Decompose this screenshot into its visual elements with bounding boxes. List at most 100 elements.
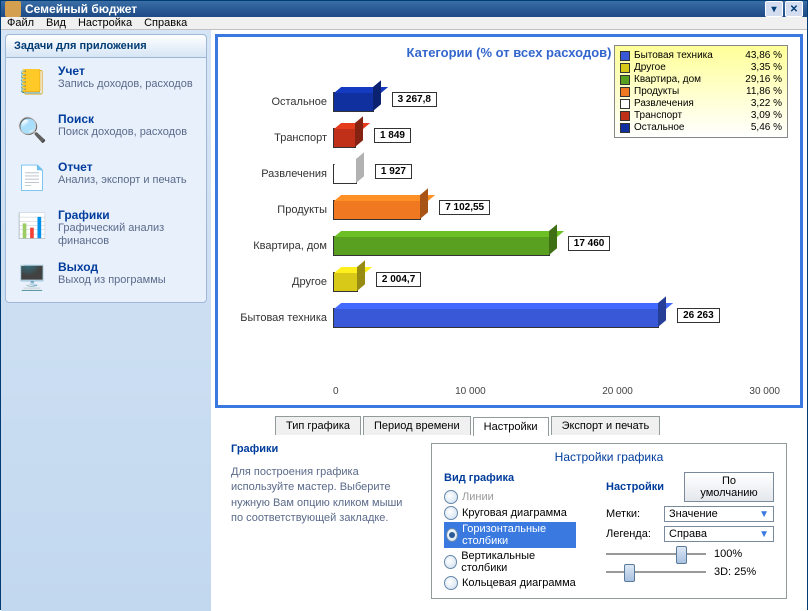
bar: [333, 200, 421, 220]
bar-row: Другое 2 004,7: [238, 267, 780, 297]
legend-row: Другое3,35 %: [620, 62, 782, 73]
titlebar: Семейный бюджет ▾ ✕: [1, 1, 807, 17]
bar-category-label: Остальное: [238, 96, 333, 108]
radio-label: Вертикальные столбики: [461, 550, 576, 574]
legend-swatch: [620, 51, 630, 61]
menu-help[interactable]: Справка: [144, 17, 187, 29]
bar-value-label: 26 263: [677, 308, 720, 323]
bar-value-label: 1 849: [374, 128, 411, 143]
radio-icon: [444, 506, 458, 520]
bar-row: Транспорт1 849: [238, 123, 780, 153]
radio-chart-type: Линии: [444, 490, 576, 504]
bar: [333, 128, 356, 148]
sidebar-item-label: Графики: [58, 208, 198, 222]
x-tick: 0: [333, 386, 339, 397]
sidebar-item-desc: Выход из программы: [58, 274, 166, 287]
chevron-down-icon: ▼: [759, 529, 769, 540]
sidebar-item-uchet[interactable]: 📒 УчетЗапись доходов, расходов: [6, 58, 206, 106]
sidebar-item-search[interactable]: 🔍 ПоискПоиск доходов, расходов: [6, 106, 206, 154]
tab-3[interactable]: Экспорт и печать: [551, 416, 661, 435]
bar-row: Остальное 3 267,8: [238, 87, 780, 117]
radio-label: Линии: [462, 491, 494, 503]
sidebar-item-charts[interactable]: 📊 ГрафикиГрафический анализ финансов: [6, 202, 206, 254]
bar-row: Развлечения1 927: [238, 159, 780, 189]
legend-row: Бытовая техника43,86 %: [620, 50, 782, 61]
help-panel: Графики Для построения графика используй…: [231, 443, 411, 599]
app-icon: [5, 1, 21, 17]
tab-1[interactable]: Период времени: [363, 416, 471, 435]
radio-chart-type[interactable]: Горизонтальные столбики: [444, 522, 576, 548]
sidebar-item-desc: Анализ, экспорт и печать: [58, 174, 187, 187]
x-tick: 10 000: [455, 386, 486, 397]
ledger-icon: 📒: [14, 64, 50, 100]
exit-icon: 🖥️: [14, 260, 50, 296]
slider-thumb[interactable]: [676, 546, 687, 564]
slider-thumb[interactable]: [624, 564, 635, 582]
sidebar-item-desc: Запись доходов, расходов: [58, 78, 193, 91]
chart-panel: Категории (% от всех расходов) Бытовая т…: [215, 34, 803, 408]
close-button[interactable]: ✕: [785, 1, 803, 17]
x-axis: 0 10 000 20 000 30 000: [333, 386, 780, 397]
help-title: Графики: [231, 443, 411, 455]
sidebar-item-label: Учет: [58, 64, 193, 78]
app-window: Семейный бюджет ▾ ✕ Файл Вид Настройка С…: [0, 0, 808, 610]
bar-value-label: 17 460: [568, 236, 611, 251]
bar: [333, 92, 374, 112]
default-button[interactable]: По умолчанию: [684, 472, 774, 502]
menu-settings[interactable]: Настройка: [78, 17, 132, 29]
bar-row: Продукты7 102,55: [238, 195, 780, 225]
radio-icon: [444, 555, 457, 569]
minimize-button[interactable]: ▾: [765, 1, 783, 17]
menu-view[interactable]: Вид: [46, 17, 66, 29]
bar: [333, 164, 357, 184]
radio-icon: [446, 528, 458, 542]
x-tick: 30 000: [749, 386, 780, 397]
help-text: Для построения графика используйте масте…: [231, 465, 411, 527]
zoom-slider[interactable]: [606, 553, 706, 555]
chevron-down-icon: ▼: [759, 509, 769, 520]
radio-chart-type[interactable]: Вертикальные столбики: [444, 550, 576, 574]
sidebar-item-report[interactable]: 📄 ОтчетАнализ, экспорт и печать: [6, 154, 206, 202]
sidebar: Задачи для приложения 📒 УчетЗапись доход…: [1, 30, 211, 611]
legend-swatch: [620, 63, 630, 73]
bar-category-label: Другое: [238, 276, 333, 288]
sidebar-header: Задачи для приложения: [6, 35, 206, 58]
bar-value-label: 3 267,8: [392, 92, 437, 107]
bar-row: Квартира, дом 17 460: [238, 231, 780, 261]
labels-select-value: Значение: [669, 508, 718, 520]
bar: [333, 308, 659, 328]
bar-category-label: Квартира, дом: [238, 240, 333, 252]
chart-icon: 📊: [14, 208, 50, 244]
tab-2[interactable]: Настройки: [473, 417, 549, 436]
tab-0[interactable]: Тип графика: [275, 416, 361, 435]
bar: [333, 272, 358, 292]
legend-value: 3,35 %: [736, 62, 782, 73]
menubar: Файл Вид Настройка Справка: [1, 17, 807, 30]
bar-value-label: 2 004,7: [376, 272, 421, 287]
3d-slider[interactable]: [606, 571, 706, 573]
sidebar-item-exit[interactable]: 🖥️ ВыходВыход из программы: [6, 254, 206, 302]
settings-panel: Настройки графика Вид графика ЛинииКруго…: [431, 443, 787, 599]
x-tick: 20 000: [602, 386, 633, 397]
sidebar-item-label: Поиск: [58, 112, 187, 126]
zoom-value: 100%: [714, 548, 742, 560]
menu-file[interactable]: Файл: [7, 17, 34, 29]
bar-category-label: Бытовая техника: [238, 312, 333, 324]
sidebar-item-desc: Графический анализ финансов: [58, 222, 198, 248]
radio-icon: [444, 576, 458, 590]
search-icon: 🔍: [14, 112, 50, 148]
labels-select[interactable]: Значение ▼: [664, 506, 774, 522]
tabs: Тип графикаПериод времениНастройкиЭкспор…: [275, 416, 803, 435]
radio-label: Кольцевая диаграмма: [462, 577, 576, 589]
radio-chart-type[interactable]: Круговая диаграмма: [444, 506, 576, 520]
labels-field-label: Метки:: [606, 508, 658, 520]
chart-area: Остальное 3 267,8 Транспорт1 849 Развлечени…: [238, 77, 780, 375]
legend-select[interactable]: Справа ▼: [664, 526, 774, 542]
sidebar-item-desc: Поиск доходов, расходов: [58, 126, 187, 139]
bar-row: Бытовая техника 26 263: [238, 303, 780, 333]
sidebar-item-label: Выход: [58, 260, 166, 274]
settings-panel-title: Настройки графика: [444, 450, 774, 464]
radio-chart-type[interactable]: Кольцевая диаграмма: [444, 576, 576, 590]
3d-value: 3D: 25%: [714, 566, 756, 578]
legend-select-value: Справа: [669, 528, 707, 540]
